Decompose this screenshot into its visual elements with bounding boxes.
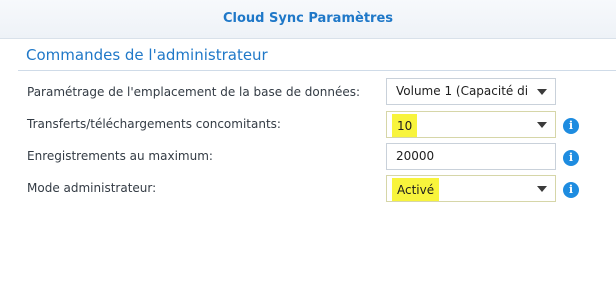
- chevron-down-icon: [537, 122, 547, 128]
- concurrent-transfers-select[interactable]: 10: [386, 111, 556, 138]
- database-location-select[interactable]: Volume 1 (Capacité di: [386, 78, 556, 105]
- admin-mode-label: Mode administrateur:: [27, 181, 157, 195]
- chevron-down-icon: [537, 89, 547, 95]
- max-records-value: 20000: [396, 149, 435, 163]
- database-location-label: Paramétrage de l'emplacement de la base …: [27, 85, 360, 99]
- max-records-input[interactable]: 20000: [386, 143, 556, 170]
- info-icon[interactable]: i: [563, 150, 579, 166]
- dropdown-button[interactable]: [529, 176, 555, 201]
- chevron-down-icon: [537, 186, 547, 192]
- max-records-label: Enregistrements au maximum:: [27, 149, 213, 163]
- admin-mode-value: Activé: [392, 178, 440, 201]
- window-titlebar: Cloud Sync Paramètres: [0, 0, 616, 39]
- admin-mode-select[interactable]: Activé: [386, 175, 556, 202]
- concurrent-transfers-value: 10: [392, 114, 418, 137]
- window-title: Cloud Sync Paramètres: [222, 11, 393, 26]
- section-divider: [18, 70, 616, 71]
- info-icon[interactable]: i: [563, 118, 579, 134]
- dropdown-button[interactable]: [529, 79, 555, 104]
- info-icon[interactable]: i: [563, 182, 579, 198]
- database-location-value: Volume 1 (Capacité di: [396, 84, 529, 98]
- concurrent-transfers-label: Transferts/téléchargements concomitants:: [27, 117, 281, 131]
- section-title: Commandes de l'administrateur: [26, 46, 268, 64]
- dropdown-button[interactable]: [529, 112, 555, 137]
